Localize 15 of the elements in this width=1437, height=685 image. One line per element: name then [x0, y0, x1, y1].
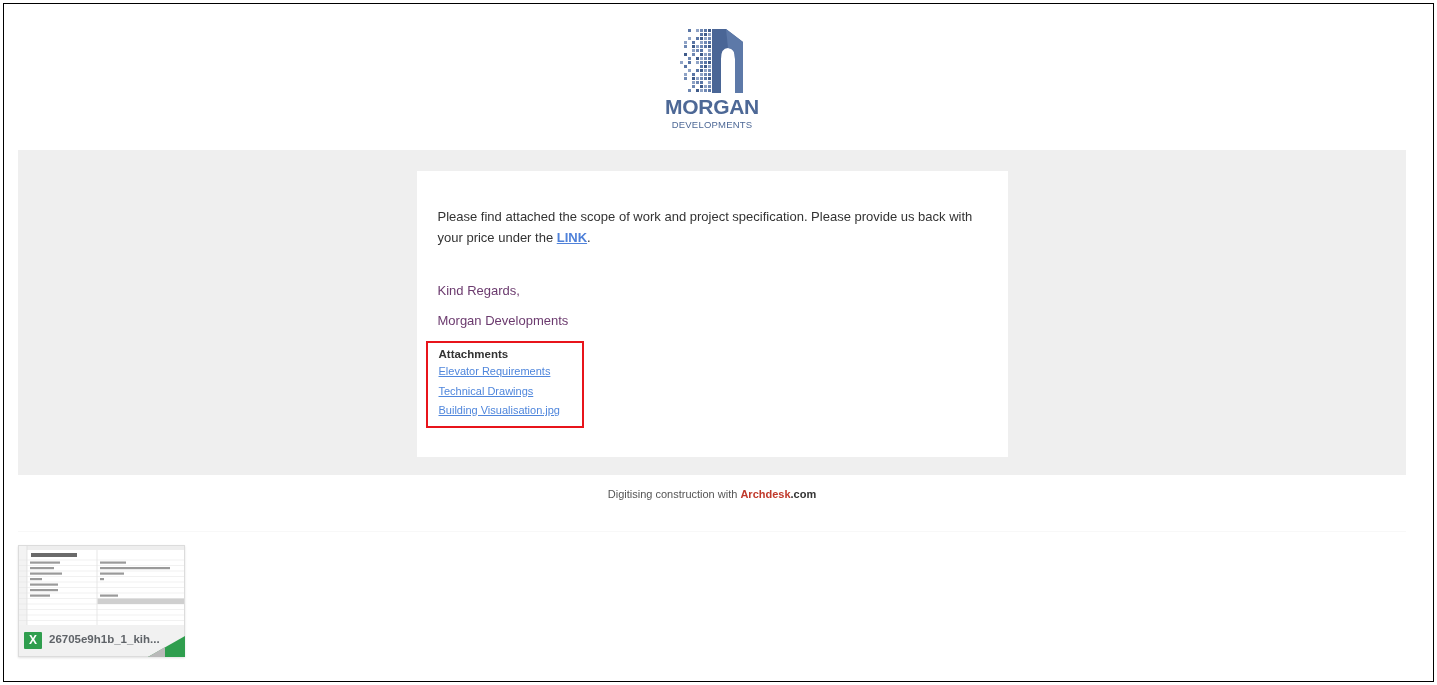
footer-text: Digitising construction with Archdesk.com	[606, 486, 818, 502]
logo-wordmark: MORGAN	[665, 96, 759, 117]
archdesk-link[interactable]: Archdesk.com	[740, 487, 817, 500]
pixel-arch-icon	[680, 28, 744, 94]
sender-name: Morgan Developments	[437, 312, 570, 330]
file-name: 26705e9h1b_1_kih...	[49, 632, 160, 648]
spreadsheet-icon: X	[24, 631, 42, 649]
logo-tagline: DEVELOPMENTS	[671, 120, 753, 130]
attachment-link[interactable]: Elevator Requirements	[438, 362, 551, 382]
attachment-thumbnail[interactable]: X 26705e9h1b_1_kih...	[18, 544, 185, 657]
attachment-link[interactable]: Building Visualisation.jpg	[438, 401, 560, 421]
closing-text: Kind Regards,	[437, 282, 521, 300]
attachment-link[interactable]: Technical Drawings	[438, 381, 534, 401]
attachments-heading: Attachments	[438, 347, 510, 362]
message-text: Please find attached the scope of work and project specification. Please provide us back with your price under the LINK.	[437, 208, 974, 247]
